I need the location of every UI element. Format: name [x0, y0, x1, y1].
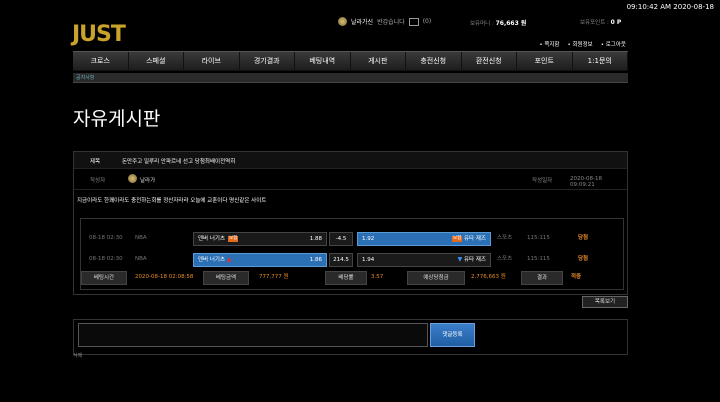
bet-score: 115:115: [527, 235, 550, 241]
author-label: 작성자: [90, 178, 106, 184]
post-body: 지금이라도 한쾌이라도 충전하는회를 정산자라라 오늘에 교훈이다 명신같은 사…: [77, 198, 267, 204]
delete-link[interactable]: 삭제: [73, 352, 82, 359]
summary-amount-label: 베팅금액: [203, 271, 249, 285]
nav-points[interactable]: 포인트: [517, 52, 573, 70]
summary-expected-label: 예상당첨금: [407, 271, 465, 285]
comment-input[interactable]: [78, 323, 428, 347]
link-logout[interactable]: 로그아웃: [601, 40, 626, 48]
user-name: 날라가신: [351, 19, 374, 26]
bet-type: 스포츠: [497, 256, 513, 262]
user-info: 날라가신 반갑습니다 (0): [338, 17, 431, 26]
summary-amount-value: 777,777 원: [259, 274, 289, 280]
away-odd: 1.94: [362, 257, 375, 263]
bet-away-team[interactable]: 1.92 보험 유타 재즈: [357, 232, 491, 246]
nav-inquiry[interactable]: 1:1문의: [573, 52, 628, 70]
home-odd: 1.86: [309, 257, 322, 263]
post-date: 2020-08-18 09:09:21: [570, 176, 602, 188]
summary-time-value: 2020-08-18 02:08:58: [135, 274, 194, 280]
bet-result: 당첨: [578, 235, 589, 241]
handicap: 214.5: [329, 253, 353, 267]
top-links: 쪽지함 회원정보 로그아웃: [539, 40, 626, 48]
author-medal-icon: [128, 174, 137, 183]
link-messages[interactable]: 쪽지함: [539, 40, 559, 48]
bet-slip: 08-18 02:30 NBA 덴버 너기츠 보험 1.88 -4.5 1.92 …: [80, 218, 624, 290]
greeting-text: 반갑습니다: [377, 19, 405, 26]
bet-away-team[interactable]: 1.94 ▼ 유타 재즈: [357, 253, 491, 267]
subject-text: 돈만주고 일루리 안파르네 선고 당첨최배이전역히: [122, 159, 236, 165]
points-value: 0 P: [610, 19, 622, 26]
nav-bet-history[interactable]: 베팅내역: [295, 52, 351, 70]
site-logo[interactable]: JUST: [72, 22, 126, 47]
nav-results[interactable]: 경기결과: [240, 52, 295, 70]
page-title: 자유게시판: [73, 108, 161, 130]
nav-live[interactable]: 라이브: [184, 52, 240, 70]
subject-label: 제목: [90, 159, 101, 165]
bet-score: 115:115: [527, 256, 550, 262]
home-odd: 1.88: [309, 236, 322, 242]
date-label: 작성일자: [532, 178, 553, 184]
subject-row: 제목 돈만주고 일루리 안파르네 선고 당첨최배이전역히: [74, 152, 627, 169]
handicap: -4.5: [329, 232, 353, 246]
summary-expected-value: 2,776,663 원: [471, 274, 506, 280]
summary-result-label: 결과: [521, 271, 563, 285]
list-button[interactable]: 목록보기: [582, 296, 628, 308]
clock: 09:10:42 AM 2020-08-18: [626, 3, 714, 11]
bet-home-team[interactable]: 덴버 너기츠 ▲ 1.86: [193, 253, 327, 267]
link-member-info[interactable]: 회원정보: [568, 40, 593, 48]
level-medal-icon: [338, 17, 347, 26]
money-display: 보유머니 : 76,663 원: [470, 20, 527, 27]
insurance-badge: 보험: [451, 235, 463, 242]
nav-special[interactable]: 스페셜: [129, 52, 184, 70]
summary-time-label: 베팅시간: [81, 271, 127, 285]
nav-deposit[interactable]: 충전신청: [406, 52, 462, 70]
arrow-up-icon: ▲: [226, 256, 232, 263]
author-name: 날라가: [140, 178, 156, 184]
summary-odds-label: 배당률: [325, 271, 367, 285]
mail-count[interactable]: (0): [423, 18, 432, 25]
bet-type: 스포츠: [497, 235, 513, 241]
bet-home-team[interactable]: 덴버 너기츠 보험 1.88: [193, 232, 327, 246]
summary-odds-value: 3.57: [371, 274, 384, 280]
main-nav: 크로스 스페셜 라이브 경기결과 베팅내역 게시판 충전신청 환전신청 포인트 …: [73, 51, 628, 71]
insurance-badge: 보험: [228, 235, 239, 242]
nav-cross[interactable]: 크로스: [73, 52, 129, 70]
nav-board[interactable]: 게시판: [351, 52, 406, 70]
points-display: 보유포인트 : 0 P: [580, 19, 622, 26]
bet-time: 08-18 02:30: [89, 235, 123, 241]
comment-submit-button[interactable]: 댓글등록: [430, 323, 475, 347]
away-odd: 1.92: [362, 236, 375, 242]
notice-link[interactable]: 공지사항: [76, 74, 94, 81]
bet-league: NBA: [135, 256, 147, 262]
money-value: 76,663 원: [495, 20, 527, 27]
summary-result-value: 적중: [571, 274, 582, 280]
arrow-down-icon: ▼: [457, 256, 463, 263]
nav-withdraw[interactable]: 환전신청: [462, 52, 517, 70]
meta-row: 작성자 날라가 작성일자 2020-08-18 09:09:21: [74, 169, 627, 190]
sub-bar: 공지사항: [73, 73, 628, 83]
bet-result: 당첨: [578, 256, 589, 262]
bet-league: NBA: [135, 235, 147, 241]
mail-icon[interactable]: [408, 17, 419, 26]
bet-time: 08-18 02:30: [89, 256, 123, 262]
